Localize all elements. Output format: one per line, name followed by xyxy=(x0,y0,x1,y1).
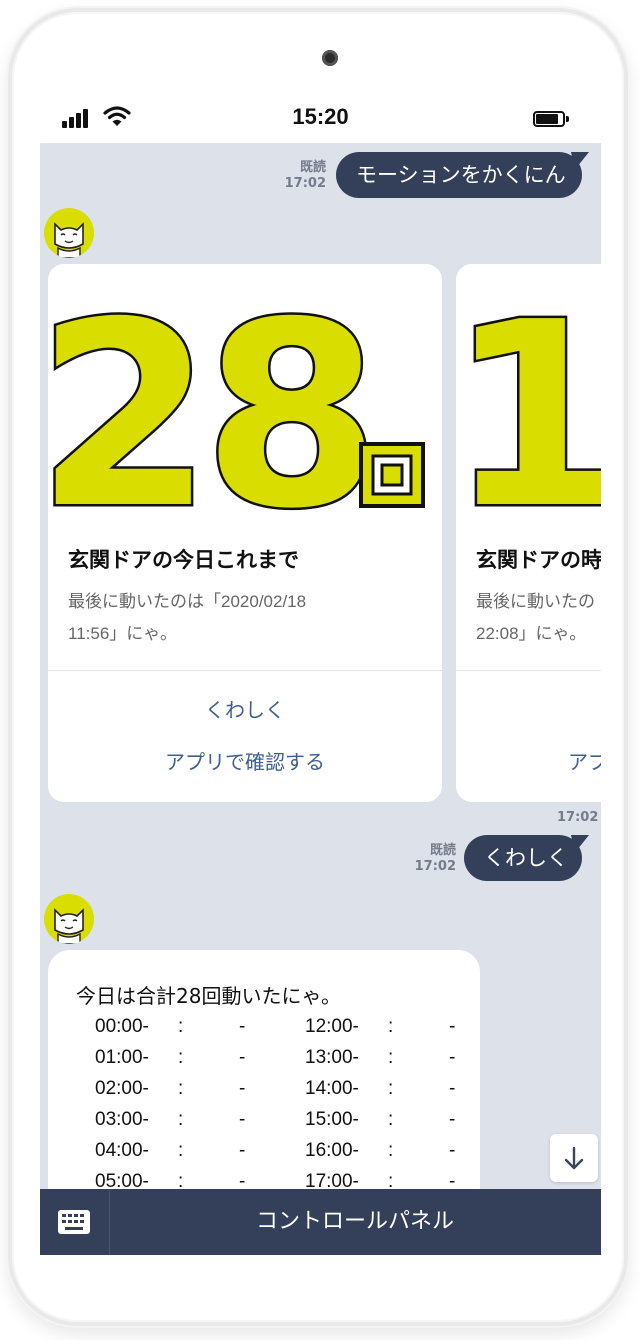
count-hero-image: 28 xyxy=(48,266,425,534)
schedule-separator: : xyxy=(178,1140,184,1161)
schedule-value: - xyxy=(239,1109,246,1130)
front-camera xyxy=(322,50,338,66)
read-label: 既読 xyxy=(299,160,326,175)
arrow-down-icon xyxy=(564,1146,584,1170)
schedule-separator: : xyxy=(178,1078,184,1099)
message-time: 17:02 xyxy=(414,859,456,874)
schedule-time: 13:00- xyxy=(305,1047,359,1068)
schedule-separator: : xyxy=(178,1016,184,1037)
schedule-time: 03:00- xyxy=(95,1109,149,1130)
outgoing-message-bubble[interactable]: くわしく xyxy=(464,835,582,881)
schedule-value: - xyxy=(239,1140,246,1161)
divider xyxy=(456,670,601,671)
read-label: 既読 xyxy=(429,843,456,858)
divider xyxy=(48,670,442,671)
card-title: 玄関ドアの今日これまで xyxy=(68,548,299,572)
details-button[interactable]: くわしく xyxy=(48,694,442,723)
rich-menu-bar: コントロールパネル xyxy=(40,1189,601,1255)
schedule-value: - xyxy=(239,1078,246,1099)
schedule-value: - xyxy=(449,1109,456,1130)
schedule-time: 02:00- xyxy=(95,1078,149,1099)
incoming-message-bubble: 今日は合計28回動いたにゃ。 00:00- : - 01:00- : - 02:… xyxy=(48,950,480,1230)
big-number: 28 xyxy=(48,268,370,534)
card-description: 最後に動いたの 22:08」にゃ。 xyxy=(476,592,595,643)
schedule-time: 12:00- xyxy=(305,1016,359,1037)
schedule-separator: : xyxy=(388,1047,394,1068)
cat-avatar-icon[interactable] xyxy=(44,208,94,258)
cat-avatar-icon[interactable] xyxy=(44,894,94,944)
carousel-time: 17:02 xyxy=(557,810,599,825)
scroll-to-bottom-button[interactable] xyxy=(550,1134,598,1182)
message-time: 17:02 xyxy=(284,176,326,191)
card-description: 最後に動いたのは「2020/02/18 11:56」にゃ。 xyxy=(68,592,307,643)
status-time: 15:20 xyxy=(292,104,349,129)
schedule-time: 00:00- xyxy=(95,1016,149,1037)
schedule-value: - xyxy=(239,1016,246,1037)
schedule-separator: : xyxy=(388,1078,394,1099)
kai-unit-icon xyxy=(359,442,425,508)
keyboard-icon xyxy=(58,1210,90,1234)
read-receipt: 既読 17:02 xyxy=(398,843,456,875)
outgoing-message-bubble[interactable]: モーションをかくにん xyxy=(336,152,582,198)
schedule-separator: : xyxy=(178,1109,184,1130)
schedule-separator: : xyxy=(178,1047,184,1068)
schedule-time: 14:00- xyxy=(305,1078,359,1099)
schedule-value: - xyxy=(449,1078,456,1099)
schedule-time: 04:00- xyxy=(95,1140,149,1161)
schedule-time: 01:00- xyxy=(95,1047,149,1068)
big-number: 1 xyxy=(456,268,601,534)
schedule-value: - xyxy=(449,1047,456,1068)
schedule-separator: : xyxy=(388,1140,394,1161)
check-in-app-button[interactable]: アプリで確認する xyxy=(48,746,442,775)
card-title: 玄関ドアの時 xyxy=(476,548,601,572)
flex-card: 1 玄関ドアの時 最後に動いたの 22:08」にゃ。 アプ xyxy=(456,264,601,802)
read-receipt: 既読 17:02 xyxy=(268,160,326,192)
schedule-separator: : xyxy=(388,1109,394,1130)
control-panel-button[interactable]: コントロールパネル xyxy=(109,1189,601,1255)
schedule-value: - xyxy=(449,1140,456,1161)
schedule-time: 16:00- xyxy=(305,1140,359,1161)
schedule-value: - xyxy=(449,1016,456,1037)
chat-screen: 15:20 既読 17:02 モーションをかくにん 28 玄関ドアの今日これまで… xyxy=(40,88,601,1255)
message-intro: 今日は合計28回動いたにゃ。 xyxy=(76,984,342,1008)
count-hero-image: 1 xyxy=(456,266,601,535)
status-bar: 15:20 xyxy=(40,88,601,143)
schedule-separator: : xyxy=(388,1016,394,1037)
check-in-app-button[interactable]: アプ xyxy=(568,746,601,775)
battery-icon xyxy=(533,111,569,127)
schedule-time: 15:00- xyxy=(305,1109,359,1130)
keyboard-toggle-button[interactable] xyxy=(40,1189,110,1255)
flex-card: 28 玄関ドアの今日これまで 最後に動いたのは「2020/02/18 11:56… xyxy=(48,264,442,802)
schedule-value: - xyxy=(239,1047,246,1068)
